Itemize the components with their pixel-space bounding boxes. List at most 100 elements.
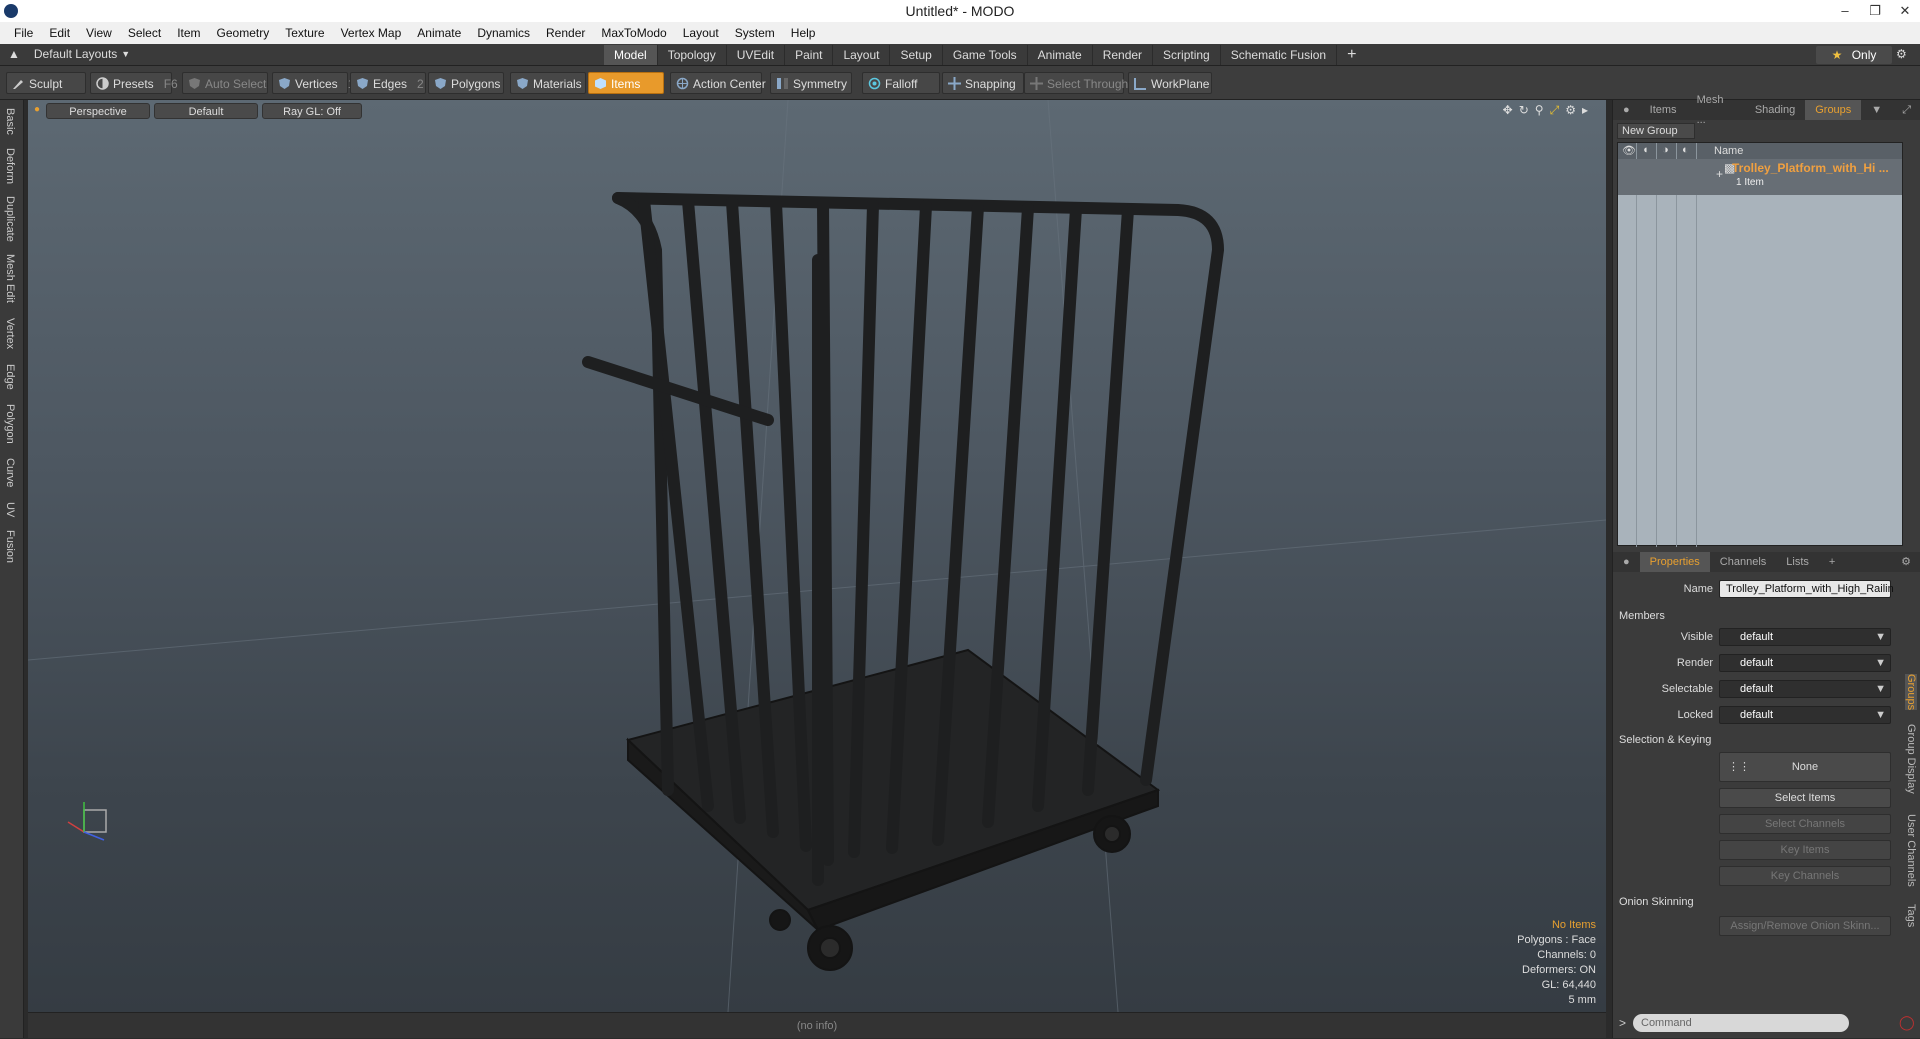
locked-value: default	[1740, 709, 1774, 721]
menu-geometry[interactable]: Geometry	[209, 26, 278, 40]
select-col-icon[interactable]: ◑	[1662, 144, 1669, 156]
close-icon[interactable]: ✕	[1890, 0, 1920, 22]
tab-lists[interactable]: Lists	[1776, 552, 1819, 572]
name-column-header[interactable]: Name	[1714, 145, 1743, 157]
locked-select[interactable]: default ▼	[1719, 706, 1891, 724]
tab-items[interactable]: Items	[1640, 100, 1687, 120]
left-tab-curve[interactable]: Curve	[4, 458, 16, 487]
menu-file[interactable]: File	[6, 26, 41, 40]
action-center-button[interactable]: Action Center	[670, 72, 766, 94]
workplane-button[interactable]: WorkPlane	[1128, 72, 1212, 94]
tab-properties[interactable]: Properties	[1639, 552, 1710, 572]
tab-groups[interactable]: Groups	[1805, 100, 1862, 120]
left-tab-edge[interactable]: Edge	[4, 364, 16, 390]
tab-scripting[interactable]: Scripting	[1153, 45, 1221, 65]
members-section[interactable]: Members	[1619, 610, 1665, 622]
left-tab-mesh-edit[interactable]: Mesh Edit	[4, 254, 16, 303]
menu-system[interactable]: System	[727, 26, 783, 40]
tab-uvedit[interactable]: UVEdit	[727, 45, 786, 65]
restore-icon[interactable]: ❐	[1860, 0, 1890, 22]
materials-button[interactable]: Materials	[510, 72, 586, 94]
eye-icon[interactable]: 👁	[1622, 144, 1636, 157]
properties-gear-icon[interactable]: ⚙	[1891, 552, 1920, 572]
render-col-icon[interactable]: ◖	[1642, 144, 1649, 156]
symmetry-button[interactable]: Symmetry	[770, 72, 852, 94]
name-input[interactable]: Trolley_Platform_with_High_Railin	[1719, 580, 1894, 598]
menu-texture[interactable]: Texture	[277, 26, 332, 40]
menu-animate[interactable]: Animate	[409, 26, 469, 40]
select-channels-button[interactable]: Select Channels	[1719, 814, 1891, 834]
presets-button[interactable]: Presets F6	[90, 72, 178, 94]
falloff-button[interactable]: Falloff	[862, 72, 940, 94]
menu-dynamics[interactable]: Dynamics	[469, 26, 538, 40]
menu-vertex-map[interactable]: Vertex Map	[333, 26, 410, 40]
select-through-button[interactable]: Select Through	[1024, 72, 1128, 94]
gear-icon[interactable]: ⚙	[1896, 47, 1907, 61]
tab-mesh[interactable]: Mesh ...	[1687, 90, 1745, 130]
key-channels-button[interactable]: Key Channels	[1719, 866, 1891, 886]
side-tab-user-channels[interactable]: User Channels	[1905, 814, 1917, 887]
menu-select[interactable]: Select	[120, 26, 169, 40]
record-icon[interactable]: ◯	[1899, 1014, 1915, 1031]
visible-select[interactable]: default ▼	[1719, 628, 1891, 646]
selection-keying-section[interactable]: Selection & Keying	[1619, 734, 1711, 746]
left-tab-duplicate[interactable]: Duplicate	[4, 196, 16, 242]
left-tab-polygon[interactable]: Polygon	[4, 404, 16, 444]
select-items-button[interactable]: Select Items	[1719, 788, 1891, 808]
assign-onion-button[interactable]: Assign/Remove Onion Skinn...	[1719, 916, 1891, 936]
snapping-button[interactable]: Snapping	[942, 72, 1024, 94]
menu-edit[interactable]: Edit	[41, 26, 78, 40]
left-tab-basic[interactable]: Basic	[4, 108, 16, 135]
menu-maxtomodo[interactable]: MaxToModo	[593, 26, 674, 40]
chevron-down-icon[interactable]: ▼	[1861, 100, 1892, 120]
vertices-button[interactable]: Vertices1	[272, 72, 354, 94]
only-button[interactable]: ★ Only	[1816, 46, 1892, 64]
group-row[interactable]: + ▩ Trolley_Platform_with_Hi ... 1 Item	[1618, 159, 1902, 195]
tab-paint[interactable]: Paint	[785, 45, 834, 65]
new-group-button[interactable]: New Group	[1617, 123, 1695, 139]
menu-help[interactable]: Help	[783, 26, 824, 40]
left-tab-vertex[interactable]: Vertex	[4, 318, 16, 349]
menu-layout[interactable]: Layout	[675, 26, 727, 40]
3d-viewport[interactable]: ● Perspective Default Ray GL: Off ✥ ↻ ⚲ …	[28, 100, 1606, 1012]
tab-layout[interactable]: Layout	[833, 45, 891, 65]
command-input[interactable]: Command	[1633, 1014, 1849, 1032]
side-tab-groups[interactable]: Groups	[1905, 674, 1917, 711]
minimize-icon[interactable]: –	[1830, 0, 1860, 22]
left-tab-fusion[interactable]: Fusion	[4, 530, 16, 563]
expand-plus-icon[interactable]: +	[1716, 167, 1723, 181]
key-items-button[interactable]: Key Items	[1719, 840, 1891, 860]
sculpt-button[interactable]: Sculpt	[6, 72, 86, 94]
menu-item[interactable]: Item	[169, 26, 208, 40]
polygons-button[interactable]: Polygons	[428, 72, 504, 94]
tab-render[interactable]: Render	[1093, 45, 1154, 65]
items-button[interactable]: Items	[588, 72, 664, 94]
side-tab-group-display[interactable]: Group Display	[1905, 724, 1917, 794]
tab-shading[interactable]: Shading	[1745, 100, 1805, 120]
tab-animate[interactable]: Animate	[1028, 45, 1093, 65]
panel-dot-icon[interactable]: ●	[1613, 100, 1640, 120]
tab-schematic-fusion[interactable]: Schematic Fusion	[1221, 45, 1338, 65]
panel-dot-icon[interactable]: ●	[1613, 552, 1640, 572]
left-tab-deform[interactable]: Deform	[4, 148, 16, 184]
tab-setup[interactable]: Setup	[890, 45, 943, 65]
menu-render[interactable]: Render	[538, 26, 593, 40]
tab-channels[interactable]: Channels	[1710, 552, 1776, 572]
none-button[interactable]: ⋮⋮ None	[1719, 752, 1891, 782]
side-tab-tags[interactable]: Tags	[1905, 904, 1917, 927]
tab-model[interactable]: Model	[604, 45, 658, 65]
menu-view[interactable]: View	[78, 26, 120, 40]
layout-switcher[interactable]: ▲ Default Layouts ▼	[8, 47, 130, 61]
tab-topology[interactable]: Topology	[658, 45, 727, 65]
lock-col-icon[interactable]: ◐	[1682, 144, 1689, 156]
tab-game-tools[interactable]: Game Tools	[943, 45, 1028, 65]
auto-select-button[interactable]: Auto Select	[182, 72, 268, 94]
left-tab-uv[interactable]: UV	[4, 502, 16, 517]
onion-skinning-section[interactable]: Onion Skinning	[1619, 896, 1694, 908]
edges-button[interactable]: Edges 2	[350, 72, 426, 94]
expand-icon[interactable]: ⤢	[1892, 100, 1920, 120]
add-tab-icon[interactable]: +	[1819, 552, 1845, 572]
selectable-select[interactable]: default ▼	[1719, 680, 1891, 698]
add-tab-button[interactable]: +	[1337, 45, 1366, 65]
render-select[interactable]: default ▼	[1719, 654, 1891, 672]
